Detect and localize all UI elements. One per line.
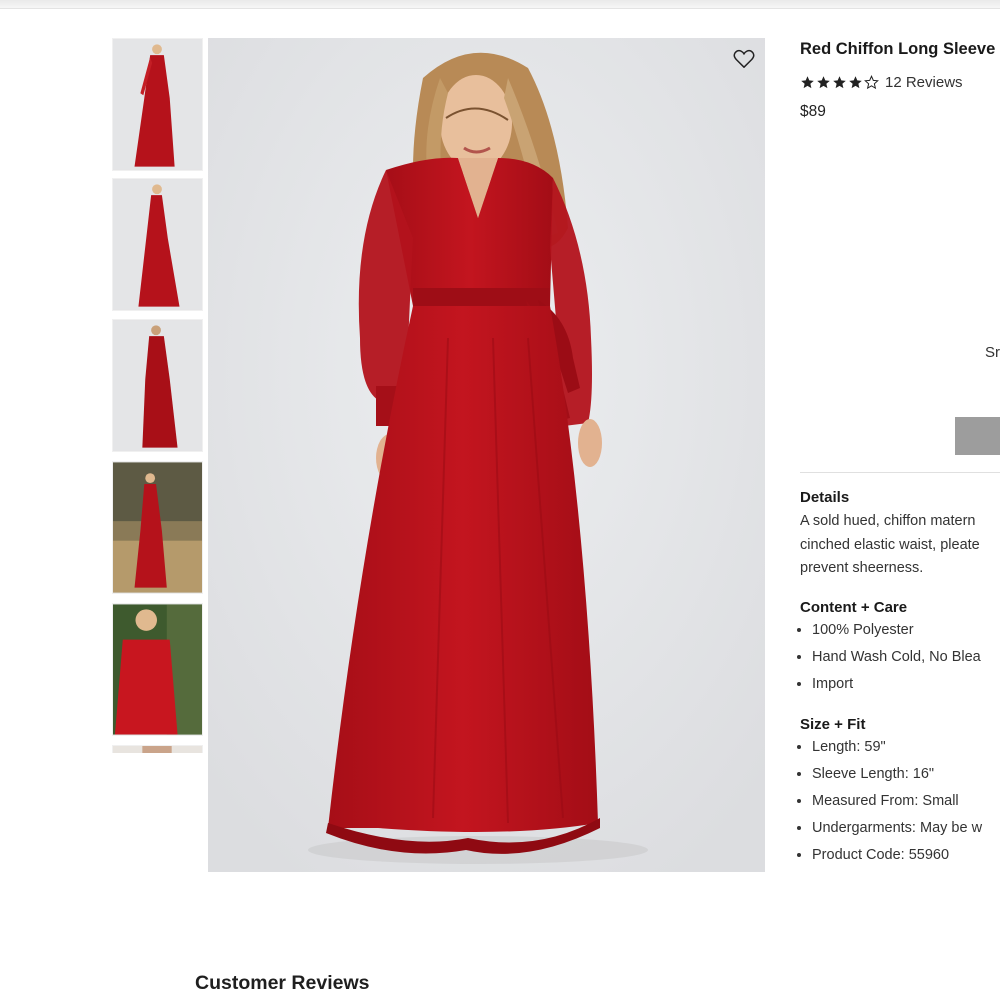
- heart-icon: [733, 49, 755, 68]
- details-heading: Details: [800, 489, 850, 506]
- star-icon: [864, 75, 879, 90]
- thumbnail-5[interactable]: [112, 603, 203, 736]
- thumbnail-photo: [113, 320, 202, 451]
- size-option[interactable]: Sr: [985, 344, 1000, 361]
- content-care-list: 100% Polyester Hand Wash Cold, No Blea I…: [790, 617, 981, 698]
- list-item: Product Code: 55960: [812, 842, 982, 869]
- thumbnail-photo: [113, 604, 202, 735]
- add-to-cart-button[interactable]: [955, 417, 1000, 455]
- divider: [800, 472, 1000, 473]
- rating-stars: [800, 75, 879, 90]
- thumbnail-4[interactable]: [112, 461, 203, 594]
- thumbnail-6[interactable]: [112, 745, 203, 753]
- content-care-heading: Content + Care: [800, 599, 908, 616]
- product-photo: [208, 38, 765, 872]
- list-item: Undergarments: May be w: [812, 815, 982, 842]
- list-item: Hand Wash Cold, No Blea: [812, 644, 981, 671]
- list-item: Import: [812, 671, 981, 698]
- top-strip: [0, 0, 1000, 9]
- thumbnail-photo: [113, 462, 202, 593]
- star-icon: [817, 76, 830, 89]
- details-line: prevent sheerness.: [800, 560, 924, 576]
- thumbnail-photo: [113, 746, 202, 753]
- wishlist-heart-button[interactable]: [731, 46, 757, 72]
- thumbnail-photo: [113, 39, 202, 170]
- list-item: Length: 59": [812, 734, 982, 761]
- size-fit-list: Length: 59" Sleeve Length: 16" Measured …: [790, 734, 982, 869]
- thumbnail-1[interactable]: [112, 38, 203, 171]
- thumbnail-3[interactable]: [112, 319, 203, 452]
- star-icon: [849, 76, 862, 89]
- thumbnail-2[interactable]: [112, 178, 203, 311]
- main-product-image[interactable]: [208, 38, 765, 872]
- details-line: A sold hued, chiffon matern: [800, 513, 976, 529]
- list-item: Measured From: Small: [812, 788, 982, 815]
- product-rating[interactable]: 12 Reviews: [800, 74, 963, 91]
- thumbnail-photo: [113, 179, 202, 310]
- details-line: cinched elastic waist, pleate: [800, 536, 980, 553]
- reviews-link[interactable]: 12 Reviews: [885, 74, 963, 91]
- list-item: Sleeve Length: 16": [812, 761, 982, 788]
- star-icon: [801, 76, 814, 89]
- list-item: 100% Polyester: [812, 617, 981, 644]
- size-fit-heading: Size + Fit: [800, 716, 866, 733]
- customer-reviews-heading: Customer Reviews: [195, 972, 370, 994]
- star-icon: [833, 76, 846, 89]
- details-description: A sold hued, chiffon matern cinched elas…: [800, 510, 980, 581]
- product-price: $89: [800, 103, 826, 120]
- product-title: Red Chiffon Long Sleeve: [800, 40, 996, 58]
